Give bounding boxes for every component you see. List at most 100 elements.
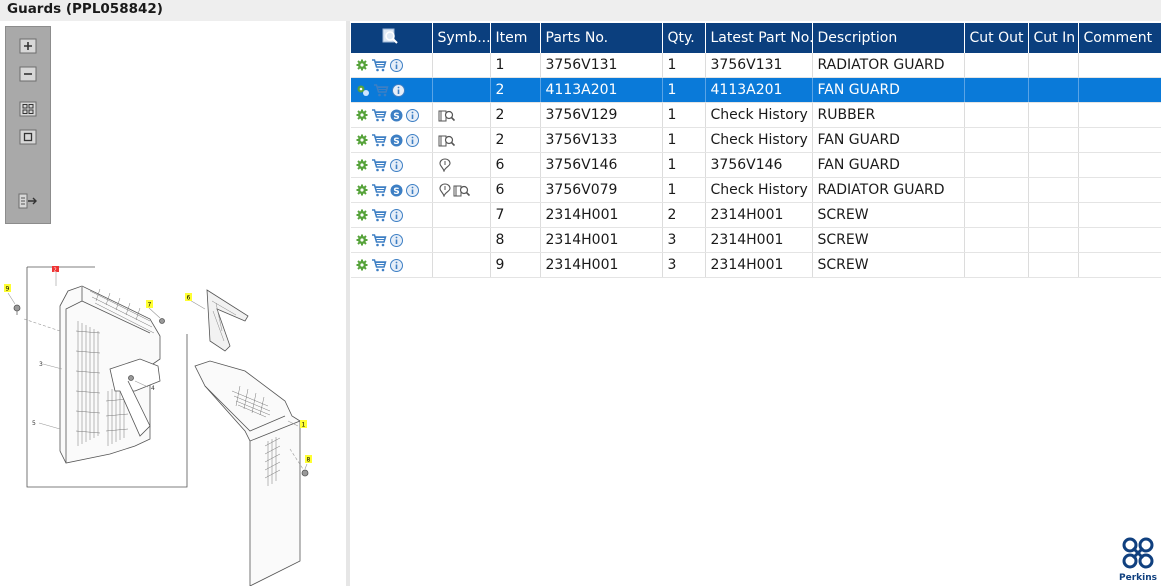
zoom-in-button[interactable] (17, 36, 39, 56)
table-row[interactable]: 7 2314H001 2 2314H001 SCREW (351, 202, 1161, 228)
column-header-qty[interactable]: Qty. (662, 23, 706, 53)
gear-icon[interactable] (356, 259, 368, 271)
cell-cut-out (964, 202, 1029, 228)
table-row[interactable]: S 6 3756V079 1 Check History RADIATOR GUARD (351, 177, 1161, 203)
cell-symbols (432, 102, 491, 128)
pin-icon[interactable] (438, 183, 452, 197)
cell-description: FAN GUARD (812, 127, 965, 153)
cell-cut-in (1028, 102, 1079, 128)
cell-cut-out (964, 53, 1029, 78)
cell-description: RADIATOR GUARD (812, 177, 965, 203)
cell-actions (351, 227, 433, 253)
cell-item: 6 (490, 177, 541, 203)
illustration-pane[interactable]: 9 7 6 3 4 5 1 8 2 (0, 21, 346, 586)
cell-parts-no: 3756V146 (540, 152, 663, 178)
gear-icon[interactable] (356, 209, 368, 221)
actual-size-icon (19, 129, 37, 145)
cell-description: SCREW (812, 202, 965, 228)
table-row[interactable]: 1 3756V131 1 3756V131 RADIATOR GUARD (351, 53, 1161, 78)
gear-icon[interactable] (356, 234, 368, 246)
column-header-cut-out[interactable]: Cut Out (964, 23, 1029, 53)
cell-symbols (432, 177, 491, 203)
callout-9: 9 (6, 286, 10, 293)
cell-qty: 1 (662, 53, 706, 78)
fit-window-button[interactable] (17, 99, 39, 119)
callout-3: 3 (39, 361, 43, 368)
column-header-latest-part-no[interactable]: Latest Part No. (705, 23, 813, 53)
table-row[interactable]: S 2 3756V129 1 Check History RUBBER (351, 102, 1161, 128)
table-row[interactable]: 8 2314H001 3 2314H001 SCREW (351, 227, 1161, 253)
info-icon[interactable] (390, 258, 403, 272)
column-header-symbols[interactable]: Symb... (432, 23, 491, 53)
cell-latest-part-no: 2314H001 (705, 202, 813, 228)
zoom-out-button[interactable] (17, 64, 39, 84)
cart-icon[interactable] (371, 258, 387, 272)
table-row[interactable]: 2 4113A201 1 4113A201 FAN GUARD (351, 77, 1161, 103)
cell-latest-part-no: 2314H001 (705, 227, 813, 253)
history-icon[interactable] (453, 184, 470, 197)
export-button[interactable] (17, 191, 39, 211)
cell-latest-part-no: Check History (705, 102, 813, 128)
cart-icon[interactable] (371, 208, 387, 222)
column-header-description[interactable]: Description (812, 23, 965, 53)
history-icon[interactable] (438, 109, 455, 122)
gear-icon[interactable] (356, 109, 368, 121)
cell-parts-no: 3756V079 (540, 177, 663, 203)
column-header-comment[interactable]: Comment (1078, 23, 1161, 53)
gear-icon[interactable] (356, 184, 368, 196)
cell-cut-in (1028, 227, 1079, 253)
info-icon[interactable] (390, 58, 403, 72)
cart-icon[interactable] (373, 83, 389, 97)
s-badge-icon[interactable]: S (390, 109, 403, 122)
gear-icon[interactable] (356, 59, 368, 71)
cell-latest-part-no: 3756V131 (705, 53, 813, 78)
table-row[interactable]: 9 2314H001 3 2314H001 SCREW (351, 252, 1161, 278)
cell-latest-part-no: 4113A201 (705, 77, 813, 103)
cart-icon[interactable] (371, 158, 387, 172)
cell-qty: 1 (662, 77, 706, 103)
zoom-in-icon (19, 38, 37, 54)
cell-description: FAN GUARD (812, 77, 965, 103)
info-icon[interactable] (390, 158, 403, 172)
cell-actions (351, 53, 433, 78)
parts-table: Symb... Item Parts No. Qty. Latest Part … (351, 23, 1161, 278)
info-icon[interactable] (392, 83, 405, 97)
pin-icon[interactable] (438, 158, 452, 172)
info-icon[interactable] (406, 133, 419, 147)
table-row[interactable]: 6 3756V146 1 3756V146 FAN GUARD (351, 152, 1161, 178)
history-icon[interactable] (438, 134, 455, 147)
cell-cut-out (964, 252, 1029, 278)
gear-icon[interactable] (356, 134, 368, 146)
cart-icon[interactable] (371, 133, 387, 147)
fit-window-icon (19, 101, 37, 117)
cell-comment (1078, 227, 1161, 253)
column-header-actions[interactable] (351, 23, 433, 53)
column-header-item[interactable]: Item (490, 23, 541, 53)
pane-splitter[interactable] (346, 21, 350, 586)
cart-icon[interactable] (371, 233, 387, 247)
cell-item: 2 (490, 77, 541, 103)
export-icon (18, 193, 37, 209)
info-icon[interactable] (390, 208, 403, 222)
info-icon[interactable] (406, 183, 419, 197)
info-icon[interactable] (390, 233, 403, 247)
table-row[interactable]: S 2 3756V133 1 Check History FAN GUARD (351, 127, 1161, 153)
cell-qty: 2 (662, 202, 706, 228)
cart-icon[interactable] (371, 58, 387, 72)
column-header-cut-in[interactable]: Cut In (1028, 23, 1079, 53)
cell-parts-no: 2314H001 (540, 202, 663, 228)
cell-description: RADIATOR GUARD (812, 53, 965, 78)
gear-icon[interactable] (356, 159, 368, 171)
s-badge-icon[interactable]: S (390, 184, 403, 197)
s-badge-icon[interactable]: S (390, 134, 403, 147)
cell-actions: S (351, 177, 433, 203)
exploded-view-drawing[interactable]: 9 7 6 3 4 5 1 8 2 (0, 241, 346, 586)
cart-icon[interactable] (371, 108, 387, 122)
gear-icon[interactable] (356, 84, 370, 97)
cart-icon[interactable] (371, 183, 387, 197)
column-header-parts-no[interactable]: Parts No. (540, 23, 663, 53)
actual-size-button[interactable] (17, 127, 39, 147)
callout-6: 6 (187, 295, 191, 302)
info-icon[interactable] (406, 108, 419, 122)
table-header-row: Symb... Item Parts No. Qty. Latest Part … (351, 23, 1161, 53)
